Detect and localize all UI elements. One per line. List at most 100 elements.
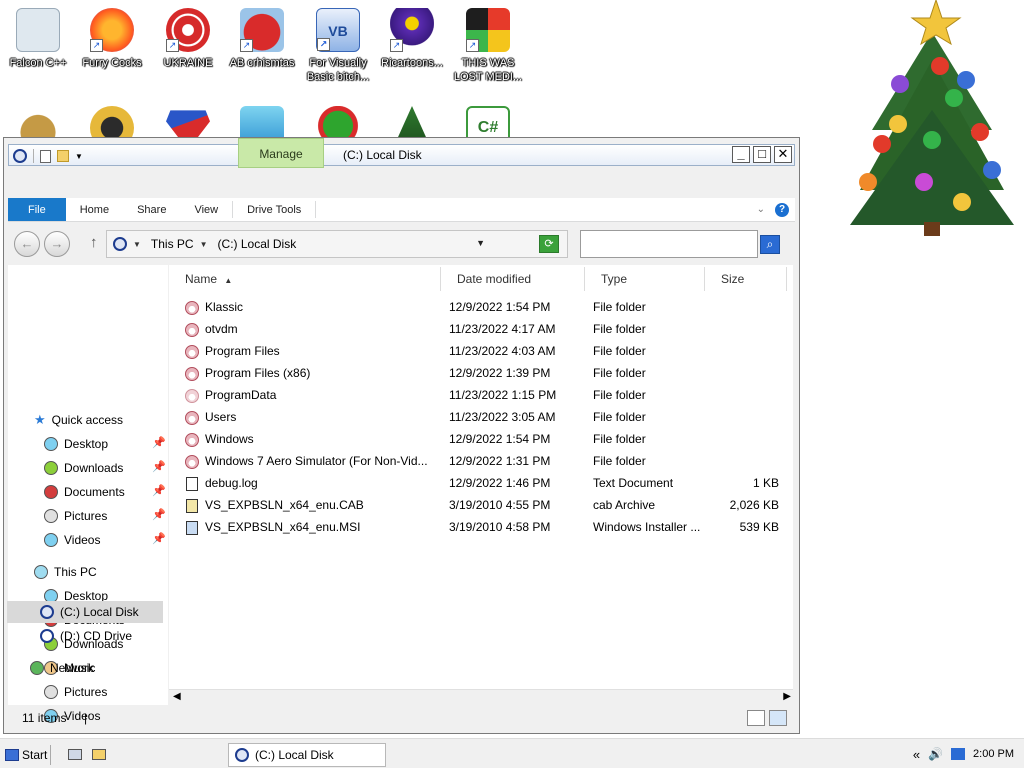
nav-quick-videos[interactable]: Videos [44,529,100,551]
pin-icon[interactable]: 📌 [152,484,166,497]
table-row[interactable]: debug.log 12/9/2022 1:46 PM Text Documen… [185,472,785,494]
table-row[interactable]: Users 11/23/2022 3:05 AM File folder [185,406,785,428]
drive-icon [13,149,27,163]
tab-drive-tools[interactable]: Drive Tools [233,198,315,221]
tab-file[interactable]: File [8,198,66,221]
horizontal-scrollbar[interactable]: ◀ ▶ [169,689,793,705]
desktop-icon-label: Falcon C++ [9,57,67,69]
network-tray-icon[interactable] [951,748,966,760]
table-row[interactable]: Program Files (x86) 12/9/2022 1:39 PM Fi… [185,362,785,384]
clock[interactable]: 2:00 PM [973,748,1014,761]
file-date: 11/23/2022 4:17 AM [449,322,556,336]
folder-icon [185,366,199,381]
column-header-date[interactable]: Date modified [441,267,585,291]
separator [33,149,34,163]
customize-toolbar-icon[interactable]: ▼ [75,152,83,161]
start-button[interactable]: Start [5,745,51,765]
pin-icon[interactable]: 📌 [152,460,166,473]
column-header-name[interactable]: Name ▲ [169,267,441,291]
scroll-left-icon[interactable]: ◀ [173,691,181,702]
title-bar[interactable]: ▼ (C:) Local Disk _ □ ✕ [8,144,795,166]
file-size: 539 KB [739,520,779,534]
table-row[interactable]: Windows 12/9/2022 1:54 PM File folder [185,428,785,450]
file-date: 12/9/2022 1:31 PM [449,454,551,468]
table-row[interactable]: ProgramData 11/23/2022 1:15 PM File fold… [185,384,785,406]
desktop-icon-vb[interactable]: VB ↗ For Visually Basic bitch... [300,8,376,84]
close-button[interactable]: ✕ [774,146,792,163]
file-date: 12/9/2022 1:54 PM [449,432,551,446]
search-icon[interactable]: ⌕ [760,235,780,254]
desktop-icon-lost-media[interactable]: ↗ THIS WAS LOST MEDI... [450,8,526,84]
pin-icon[interactable]: 📌 [152,508,166,521]
cd-drive-icon [40,629,54,643]
nav-quick-access[interactable]: ★ Quick access [34,409,123,431]
search-input[interactable] [580,230,758,258]
character-icon: ↗ [390,8,434,52]
nav-quick-documents[interactable]: Documents [44,481,125,503]
manage-context-tab[interactable]: Manage [238,138,324,168]
up-arrow-icon[interactable]: ↑ [90,234,98,251]
table-row[interactable]: Windows 7 Aero Simulator (For Non-Vid...… [185,450,785,472]
tab-home[interactable]: Home [66,198,123,221]
chevron-down-icon[interactable]: ▼ [200,240,208,249]
table-row[interactable]: Klassic 12/9/2022 1:54 PM File folder [185,296,785,318]
desktop-folder-icon [44,437,58,451]
file-type: File folder [593,388,646,402]
table-row[interactable]: otvdm 11/23/2022 4:17 AM File folder [185,318,785,340]
taskbar-window-button[interactable]: (C:) Local Disk [228,743,386,767]
table-row[interactable]: Program Files 11/23/2022 4:03 AM File fo… [185,340,785,362]
scroll-right-icon[interactable]: ▶ [783,691,791,702]
file-type: File folder [593,344,646,358]
address-dropdown-icon[interactable]: ▼ [476,238,485,248]
pin-icon[interactable]: 📌 [152,436,166,449]
column-header-size[interactable]: Size [705,267,787,291]
desktop-icon-ukraine[interactable]: ↗ UKRAINE [150,8,226,70]
desktop-icon-angry-birds[interactable]: ↗ AB crhismtas [224,8,300,70]
details-view-icon[interactable] [747,710,765,726]
explorer-quicklaunch-icon[interactable] [92,749,106,760]
nav-this-pc[interactable]: This PC [34,561,97,583]
large-icons-view-icon[interactable] [769,710,787,726]
minimize-button[interactable]: _ [732,146,750,163]
refresh-icon[interactable]: ⟳ [539,235,559,253]
table-row[interactable]: VS_EXPBSLN_x64_enu.CAB 3/19/2010 4:55 PM… [185,494,785,516]
videos-folder-icon [44,533,58,547]
nav-pc-cd-drive[interactable]: (D:) CD Drive [40,625,132,647]
breadcrumb-this-pc[interactable]: This PC [151,237,194,251]
chevron-down-icon[interactable]: ▼ [133,240,141,249]
folder-icon [185,410,199,425]
show-desktop-icon[interactable] [68,749,82,760]
file-type: File folder [593,322,646,336]
nav-pc-local-disk[interactable]: (C:) Local Disk [7,601,163,623]
maximize-button[interactable]: □ [753,146,771,163]
nav-network[interactable]: Network [30,657,94,679]
ribbon-tabs: File Home Share View Drive Tools ⌄ ? [8,198,795,222]
tab-share[interactable]: Share [123,198,180,221]
address-bar[interactable]: ▼ This PC ▼ (C:) Local Disk ▼ ⟳ [106,230,568,258]
table-row[interactable]: VS_EXPBSLN_x64_enu.MSI 3/19/2010 4:58 PM… [185,516,785,538]
show-hidden-icons-icon[interactable]: « [913,747,920,762]
tab-view[interactable]: View [180,198,232,221]
nav-quick-pictures[interactable]: Pictures [44,505,107,527]
breadcrumb-local-disk[interactable]: (C:) Local Disk [218,237,297,251]
expand-ribbon-icon[interactable]: ⌄ [757,204,765,215]
pin-icon[interactable]: 📌 [152,532,166,545]
file-list: Name ▲ Date modified Type Size Klassic 1… [169,265,793,689]
desktop-icon-label: Furry Cocks [82,57,142,69]
properties-icon[interactable] [40,149,51,163]
back-button[interactable]: ← [14,231,40,257]
nav-pc-pictures[interactable]: Pictures [44,681,107,703]
volume-icon[interactable]: 🔊 [928,747,943,761]
desktop-icon-ricartoons[interactable]: ↗ Ricartoons... [374,8,450,70]
new-folder-icon[interactable] [57,150,69,162]
item-count: 11 items [22,711,67,725]
nav-quick-downloads[interactable]: Downloads [44,457,123,479]
nav-label: Pictures [64,509,108,523]
desktop-icon-falcon[interactable]: Falcon C++ [0,8,76,70]
desktop-icon-firefox[interactable]: ↗ Furry Cocks [74,8,150,70]
forward-button[interactable]: → [44,231,70,257]
drive-icon [235,748,249,762]
help-icon[interactable]: ? [775,202,789,217]
nav-quick-desktop[interactable]: Desktop [44,433,108,455]
column-header-type[interactable]: Type [585,267,705,291]
